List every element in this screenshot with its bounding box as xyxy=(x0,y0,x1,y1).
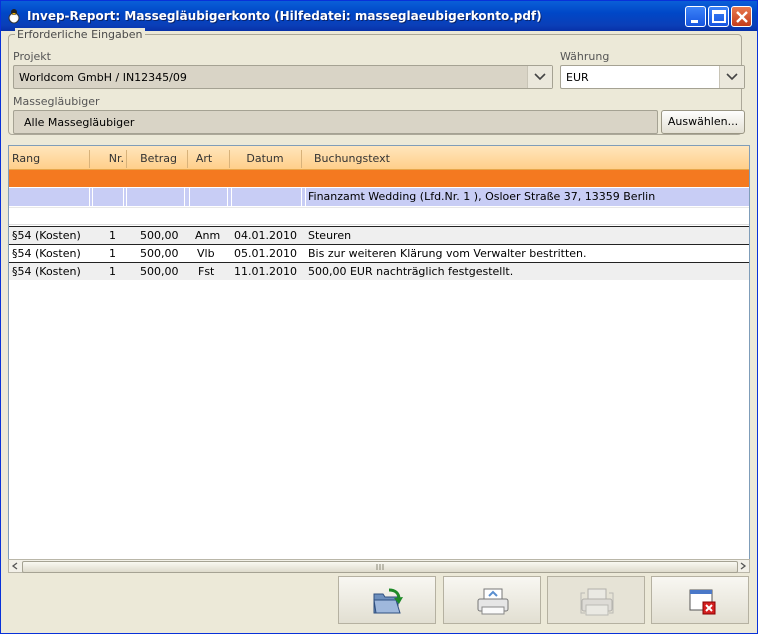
print-preview-button[interactable] xyxy=(547,576,645,624)
betrag-cell: 500,00 xyxy=(140,265,179,278)
print-preview-icon xyxy=(580,588,614,616)
waehrung-select[interactable]: EUR xyxy=(560,65,745,89)
col-art[interactable]: Art xyxy=(187,150,220,168)
scroll-left-icon[interactable] xyxy=(10,561,21,571)
col-nr[interactable]: Nr. xyxy=(89,150,128,168)
folder-export-icon xyxy=(373,588,403,614)
maximize-icon xyxy=(712,10,726,23)
projekt-label: Projekt xyxy=(13,50,51,63)
close-icon xyxy=(736,11,748,23)
auswaehlen-button[interactable]: Auswählen... xyxy=(661,110,745,134)
export-button[interactable] xyxy=(338,576,436,624)
waehrung-dropdown-button[interactable] xyxy=(719,66,744,88)
col-betrag[interactable]: Betrag xyxy=(126,150,183,168)
glaeubiger-label: Massegläubiger xyxy=(13,95,100,108)
col-datum[interactable]: Datum xyxy=(229,150,300,168)
text-cell: 500,00 EUR nachträglich festgestellt. xyxy=(308,265,514,278)
printer-icon xyxy=(477,588,509,615)
projekt-dropdown-button[interactable] xyxy=(527,66,552,88)
close-report-button[interactable] xyxy=(651,576,749,624)
window-title: Invep-Report: Massegläubigerkonto (Hilfe… xyxy=(27,9,542,23)
title-bar[interactable]: Invep-Report: Massegläubigerkonto (Hilfe… xyxy=(1,1,757,31)
grip-icon xyxy=(376,564,384,570)
group-band-row xyxy=(9,170,749,187)
table-row[interactable]: §54 (Kosten) 1 500,00 Fst 11.01.2010 500… xyxy=(9,262,749,280)
minimize-icon xyxy=(691,20,698,23)
text-cell: Steuren xyxy=(308,229,352,242)
projekt-value: Worldcom GmbH / IN12345/09 xyxy=(19,71,187,84)
print-button[interactable] xyxy=(443,576,541,624)
waehrung-value: EUR xyxy=(566,71,589,84)
table-row[interactable]: §54 (Kosten) 1 500,00 Vlb 05.01.2010 Bis… xyxy=(9,244,749,262)
glaeubiger-value: Alle Massegläubiger xyxy=(24,116,135,129)
datum-cell: 04.01.2010 xyxy=(234,229,297,242)
window-client: Erforderliche Eingaben Projekt Worldcom … xyxy=(4,28,754,631)
scroll-right-icon[interactable] xyxy=(737,561,748,571)
rang-cell: §54 (Kosten) xyxy=(12,247,81,260)
group-legend: Erforderliche Eingaben xyxy=(15,28,145,41)
art-cell: Fst xyxy=(198,265,215,278)
close-button[interactable] xyxy=(731,6,752,27)
close-window-icon xyxy=(689,589,716,615)
booking-table[interactable]: Rang Nr. Betrag Art Datum Buchungstext F… xyxy=(8,145,750,571)
art-cell: Vlb xyxy=(197,247,215,260)
table-header: Rang Nr. Betrag Art Datum Buchungstext xyxy=(9,146,749,170)
row-divider xyxy=(9,224,749,225)
maximize-button[interactable] xyxy=(708,6,729,27)
report-window: Invep-Report: Massegläubigerkonto (Hilfe… xyxy=(0,0,758,634)
col-buchungstext[interactable]: Buchungstext xyxy=(301,150,390,168)
col-rang[interactable]: Rang xyxy=(12,152,40,165)
minimize-button[interactable] xyxy=(685,6,706,27)
betrag-cell: 500,00 xyxy=(140,229,179,242)
rang-cell: §54 (Kosten) xyxy=(12,229,81,242)
creditor-text: Finanzamt Wedding (Lfd.Nr. 1 ), Osloer S… xyxy=(308,190,656,203)
nr-cell: 1 xyxy=(109,229,116,242)
horizontal-scrollbar[interactable] xyxy=(8,559,750,573)
app-icon xyxy=(8,9,20,24)
waehrung-label: Währung xyxy=(560,50,610,63)
chevron-down-icon xyxy=(726,73,738,81)
table-row[interactable]: §54 (Kosten) 1 500,00 Anm 04.01.2010 Ste… xyxy=(9,226,749,244)
glaeubiger-field: Alle Massegläubiger xyxy=(13,110,658,134)
nr-cell: 1 xyxy=(109,247,116,260)
projekt-select[interactable]: Worldcom GmbH / IN12345/09 xyxy=(13,65,553,89)
scrollbar-thumb[interactable] xyxy=(22,561,738,573)
chevron-down-icon xyxy=(534,73,546,81)
text-cell: Bis zur weiteren Klärung vom Verwalter b… xyxy=(308,247,587,260)
datum-cell: 05.01.2010 xyxy=(234,247,297,260)
row-divider xyxy=(9,207,749,208)
nr-cell: 1 xyxy=(109,265,116,278)
betrag-cell: 500,00 xyxy=(140,247,179,260)
creditor-row[interactable]: Finanzamt Wedding (Lfd.Nr. 1 ), Osloer S… xyxy=(9,188,749,206)
art-cell: Anm xyxy=(195,229,221,242)
required-inputs-group: Erforderliche Eingaben Projekt Worldcom … xyxy=(8,28,745,135)
rang-cell: §54 (Kosten) xyxy=(12,265,81,278)
datum-cell: 11.01.2010 xyxy=(234,265,297,278)
